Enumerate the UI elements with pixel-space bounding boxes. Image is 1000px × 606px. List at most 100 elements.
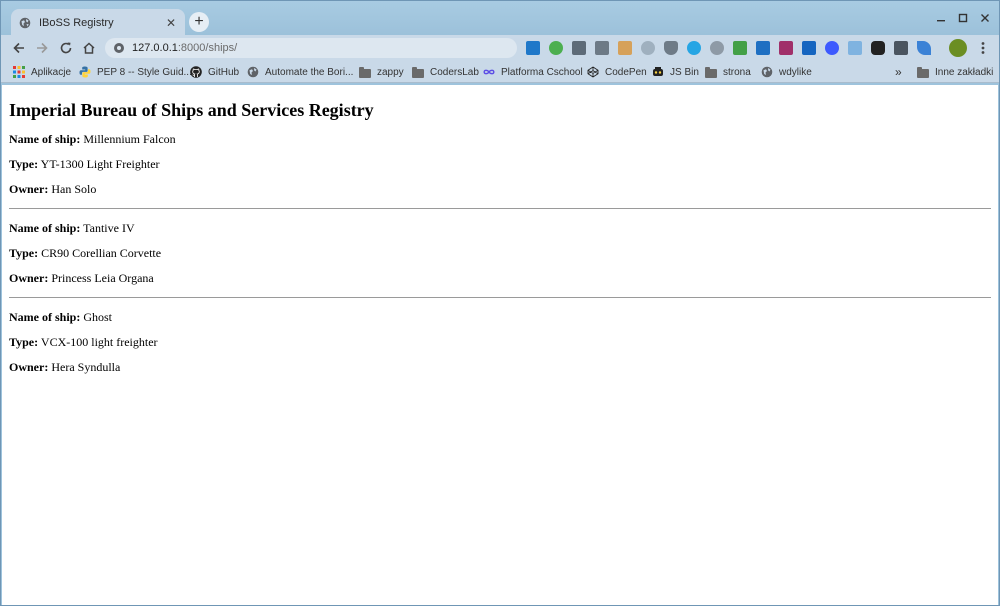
site-info-icon[interactable] — [113, 42, 125, 54]
bookmark-label: wdylike — [779, 66, 812, 78]
t-extension-icon[interactable] — [802, 41, 816, 55]
bookmark-label: Platforma Cschool — [501, 66, 583, 78]
ship-owner-value: Princess Leia Organa — [51, 271, 154, 285]
bookmark-codepen[interactable]: CodePen — [587, 65, 647, 79]
chart-extension-icon[interactable] — [779, 41, 793, 55]
tab-iboss-registry[interactable]: IBoSS Registry ✕ — [11, 9, 185, 37]
globe-icon — [761, 66, 773, 78]
bookmark-label: JS Bin — [670, 66, 699, 78]
address-bar[interactable]: 127.0.0.1:8000/ships/ — [105, 38, 517, 58]
board-extension-icon[interactable] — [756, 41, 770, 55]
bookmark-automate[interactable]: Automate the Bori... — [247, 65, 353, 79]
globe-icon — [19, 17, 31, 29]
bookmark-label: zappy — [377, 66, 404, 78]
forward-icon[interactable] — [33, 39, 51, 57]
plus-icon: + — [194, 13, 204, 30]
field-label: Name of ship: — [9, 310, 81, 324]
ship-name-value: Ghost — [83, 310, 113, 324]
bookmark-label: Automate the Bori... — [265, 66, 354, 78]
ship-name-field: Name of ship: Tantive IV — [9, 222, 991, 235]
bookmark-pep8[interactable]: PEP 8 -- Style Guid... — [79, 65, 192, 79]
bookmarks-overflow-button[interactable]: » — [895, 65, 902, 79]
bookmark-label: CodePen — [605, 66, 647, 78]
bar-extension-icon[interactable] — [618, 41, 632, 55]
bookmark-label: PEP 8 -- Style Guid... — [97, 66, 192, 78]
ship-owner-field: Owner: Han Solo — [9, 183, 991, 196]
url-path: :8000/ships/ — [177, 42, 238, 54]
close-window-icon[interactable] — [977, 10, 993, 26]
folder-icon — [917, 66, 929, 78]
codepen-icon — [587, 66, 599, 78]
url-host: 127.0.0.1 — [132, 42, 178, 54]
ship-name-value: Millennium Falcon — [83, 132, 176, 146]
avatar[interactable] — [949, 39, 967, 57]
new-tab-button[interactable]: + — [189, 12, 209, 32]
ship-entry: Name of ship: Ghost Type: VCX-100 light … — [9, 311, 991, 374]
ship-type-value: YT-1300 Light Freighter — [40, 157, 160, 171]
back-icon[interactable] — [10, 39, 28, 57]
bookmark-strona[interactable]: strona — [705, 65, 751, 79]
mask-extension-icon[interactable] — [871, 41, 885, 55]
reader-extension-icon[interactable] — [572, 41, 586, 55]
bookmark-label: CodersLab — [430, 66, 479, 78]
ship-owner-value: Han Solo — [51, 182, 97, 196]
field-label: Type: — [9, 157, 39, 171]
home-icon[interactable] — [80, 39, 98, 57]
field-label: Owner: — [9, 360, 49, 374]
ship-owner-field: Owner: Princess Leia Organa — [9, 272, 991, 285]
photo-extension-icon[interactable] — [894, 41, 908, 55]
ship-owner-value: Hera Syndulla — [51, 360, 121, 374]
tab-title: IBoSS Registry — [39, 17, 114, 29]
field-label: Name of ship: — [9, 221, 81, 235]
browser-window: IBoSS Registry ✕ + 127.0.0.1:8000/ships/… — [0, 0, 1000, 606]
reload-icon[interactable] — [57, 39, 75, 57]
bookmark-aplikacje[interactable]: Aplikacje — [13, 65, 71, 79]
minimize-icon[interactable] — [933, 10, 949, 26]
field-label: Owner: — [9, 182, 49, 196]
grid-extension-icon[interactable] — [848, 41, 862, 55]
divider — [9, 297, 991, 298]
bookmarks-bar: Aplikacje PEP 8 -- Style Guid... GitHub … — [1, 61, 999, 83]
tabs-extension-icon[interactable] — [595, 41, 609, 55]
bookmark-zappy[interactable]: zappy — [359, 65, 404, 79]
bookmark-label: Inne zakładki — [935, 66, 994, 78]
plus-extension-icon[interactable] — [687, 41, 701, 55]
divider — [9, 208, 991, 209]
feather-extension-icon[interactable] — [917, 41, 931, 55]
bookmark-label: Aplikacje — [31, 66, 72, 78]
record-extension-icon[interactable] — [710, 41, 724, 55]
ship-name-value: Tantive IV — [83, 221, 135, 235]
folder-icon — [359, 66, 371, 78]
ship-entry: Name of ship: Tantive IV Type: CR90 Core… — [9, 222, 991, 285]
folder-icon — [412, 66, 424, 78]
python-icon — [79, 66, 91, 78]
bookmark-other-folder[interactable]: Inne zakładki — [917, 65, 993, 79]
field-label: Owner: — [9, 271, 49, 285]
globe-icon — [247, 66, 259, 78]
maximize-icon[interactable] — [955, 10, 971, 26]
bookmark-platforma-cschool[interactable]: Platforma Cschool — [483, 65, 583, 79]
github-icon — [190, 66, 202, 78]
pocket-extension-icon[interactable] — [664, 41, 678, 55]
menu-icon[interactable] — [974, 39, 992, 57]
ship-type-value: VCX-100 light freighter — [40, 335, 158, 349]
bookmark-coderslab[interactable]: CodersLab — [412, 65, 479, 79]
infinity-icon — [483, 69, 495, 75]
close-tab-icon[interactable]: ✕ — [163, 15, 179, 31]
refresh-extension-icon[interactable] — [549, 41, 563, 55]
tool-extension-icon[interactable] — [733, 41, 747, 55]
trello-extension-icon[interactable] — [526, 41, 540, 55]
field-label: Type: — [9, 335, 39, 349]
ship-owner-field: Owner: Hera Syndulla — [9, 361, 991, 374]
color-extension-icon[interactable] — [825, 41, 839, 55]
bookmark-github[interactable]: GitHub — [190, 65, 239, 79]
tab-strip: IBoSS Registry ✕ + — [1, 1, 999, 37]
bookmark-wdylike[interactable]: wdylike — [761, 65, 812, 79]
page-title: Imperial Bureau of Ships and Services Re… — [9, 100, 374, 120]
ship-type-field: Type: VCX-100 light freighter — [9, 336, 991, 349]
url-text: 127.0.0.1:8000/ships/ — [132, 42, 237, 54]
shield-extension-icon[interactable] — [641, 41, 655, 55]
bookmark-jsbin[interactable]: JS Bin — [652, 65, 699, 79]
bookmark-label: GitHub — [208, 66, 240, 78]
ship-type-field: Type: YT-1300 Light Freighter — [9, 158, 991, 171]
